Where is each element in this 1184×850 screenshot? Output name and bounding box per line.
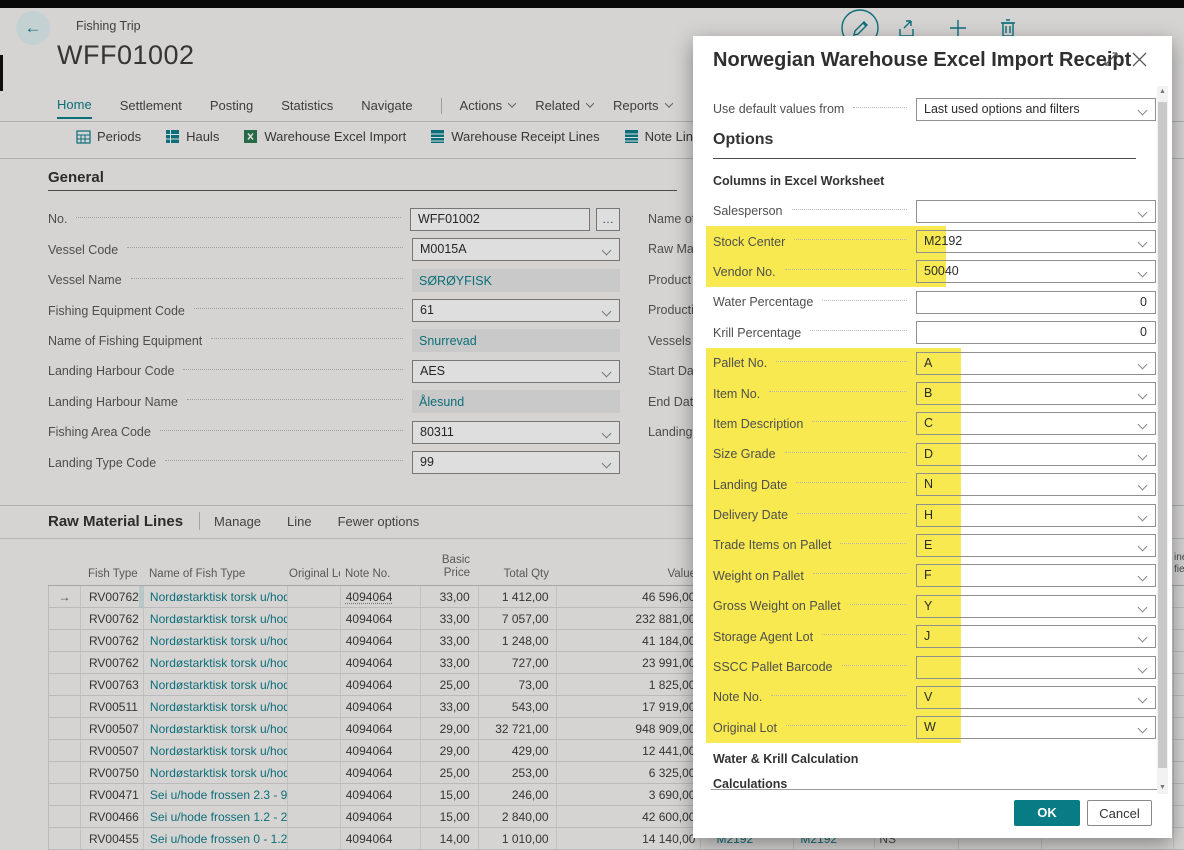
- dot-leader: [840, 543, 907, 544]
- ok-button[interactable]: OK: [1014, 800, 1080, 826]
- vendor-no-dropdown[interactable]: 50040: [916, 260, 1156, 283]
- chevron-down-icon: [1138, 663, 1148, 673]
- note-no-dropdown[interactable]: V: [916, 686, 1156, 709]
- field-row-trade-items-on-pallet: Trade Items on Pallet E: [693, 530, 1172, 560]
- field-row-salesperson: Salesperson: [693, 196, 1172, 226]
- chevron-down-icon: [1138, 724, 1148, 734]
- use-default-values-dropdown[interactable]: Last used options and filters: [916, 98, 1156, 121]
- weight-on-pallet-dropdown[interactable]: F: [916, 564, 1156, 587]
- chevron-down-icon: [1138, 390, 1148, 400]
- chevron-down-icon: [1138, 602, 1148, 612]
- chevron-down-icon: [1138, 693, 1148, 703]
- chevron-down-icon: [1138, 572, 1148, 582]
- salesperson-dropdown[interactable]: [916, 200, 1156, 223]
- dot-leader: [771, 695, 907, 696]
- krill-percentage-input[interactable]: 0: [916, 321, 1156, 344]
- field-row-water-percentage: Water Percentage 0: [693, 287, 1172, 317]
- size-grade-dropdown[interactable]: D: [916, 443, 1156, 466]
- field-row-krill-percentage: Krill Percentage 0: [693, 318, 1172, 348]
- stock-center-dropdown[interactable]: M2192: [916, 230, 1156, 253]
- dot-leader: [810, 330, 907, 331]
- landing-date-dropdown[interactable]: N: [916, 473, 1156, 496]
- chevron-down-icon: [1138, 207, 1148, 217]
- field-row-item-description: Item Description C: [693, 409, 1172, 439]
- chevron-down-icon: [1138, 268, 1148, 278]
- columns-title: Columns in Excel Worksheet: [713, 174, 884, 188]
- field-row-item-no: Item No. B: [693, 378, 1172, 408]
- dot-leader: [813, 573, 907, 574]
- field-row-stock-center: Stock Center M2192: [693, 226, 1172, 256]
- field-row-size-grade: Size Grade D: [693, 439, 1172, 469]
- app-window: ← Fishing Trip WFF01002 Home Settlement …: [0, 0, 1184, 850]
- chevron-down-icon: [1138, 105, 1148, 115]
- dot-leader: [769, 391, 907, 392]
- dot-leader: [794, 239, 907, 240]
- field-row-sscc-pallet-barcode: SSCC Pallet Barcode: [693, 652, 1172, 682]
- dot-leader: [797, 513, 907, 514]
- dot-leader: [792, 209, 908, 210]
- dot-leader: [796, 482, 907, 483]
- water-percentage-input[interactable]: 0: [916, 291, 1156, 314]
- options-title[interactable]: Options: [713, 131, 773, 149]
- scroll-down-icon[interactable]: ▼: [1157, 782, 1168, 794]
- dot-leader: [850, 604, 907, 605]
- dot-leader: [812, 421, 907, 422]
- dot-leader: [776, 361, 907, 362]
- modal-fields: Salesperson Stock Center M2192 Vendor No…: [693, 196, 1172, 743]
- water-krill-title: Water & Krill Calculation: [713, 752, 858, 766]
- expand-icon[interactable]: [1103, 51, 1119, 67]
- pallet-no-dropdown[interactable]: A: [916, 352, 1156, 375]
- chevron-down-icon: [1138, 238, 1148, 248]
- chevron-down-icon: [1138, 542, 1148, 552]
- dot-leader: [842, 665, 907, 666]
- field-row-pallet-no: Pallet No. A: [693, 348, 1172, 378]
- chevron-down-icon: [1138, 420, 1148, 430]
- excel-import-dialog: Norwegian Warehouse Excel Import Receipt…: [693, 36, 1172, 838]
- dot-leader: [785, 452, 907, 453]
- dot-leader: [853, 107, 907, 108]
- field-row-vendor-no: Vendor No. 50040: [693, 257, 1172, 287]
- field-row-storage-agent-lot: Storage Agent Lot J: [693, 621, 1172, 651]
- close-icon[interactable]: [1131, 51, 1148, 68]
- sscc-pallet-barcode-dropdown[interactable]: [916, 656, 1156, 679]
- gross-weight-on-pallet-dropdown[interactable]: Y: [916, 595, 1156, 618]
- dot-leader: [785, 269, 907, 270]
- default-values-row: Use default values from Last used option…: [693, 94, 1172, 124]
- chevron-down-icon: [1138, 481, 1148, 491]
- trade-items-on-pallet-dropdown[interactable]: E: [916, 534, 1156, 557]
- original-lot-dropdown[interactable]: W: [916, 716, 1156, 739]
- field-row-landing-date: Landing Date N: [693, 470, 1172, 500]
- section-rule: [713, 158, 1136, 159]
- dialog-title: Norwegian Warehouse Excel Import Receipt: [713, 49, 1131, 72]
- dot-leader: [786, 725, 907, 726]
- chevron-down-icon: [1138, 633, 1148, 643]
- delivery-date-dropdown[interactable]: H: [916, 504, 1156, 527]
- field-row-weight-on-pallet: Weight on Pallet F: [693, 561, 1172, 591]
- chevron-down-icon: [1138, 359, 1148, 369]
- field-row-gross-weight-on-pallet: Gross Weight on Pallet Y: [693, 591, 1172, 621]
- scroll-clip-rule: [711, 789, 1163, 790]
- cancel-button[interactable]: Cancel: [1087, 800, 1152, 826]
- storage-agent-lot-dropdown[interactable]: J: [916, 625, 1156, 648]
- field-row-original-lot: Original Lot W: [693, 713, 1172, 743]
- chevron-down-icon: [1138, 450, 1148, 460]
- item-description-dropdown[interactable]: C: [916, 412, 1156, 435]
- dot-leader: [822, 300, 907, 301]
- field-row-note-no: Note No. V: [693, 682, 1172, 712]
- chevron-down-icon: [1138, 511, 1148, 521]
- item-no-dropdown[interactable]: B: [916, 382, 1156, 405]
- field-row-delivery-date: Delivery Date H: [693, 500, 1172, 530]
- dot-leader: [822, 634, 907, 635]
